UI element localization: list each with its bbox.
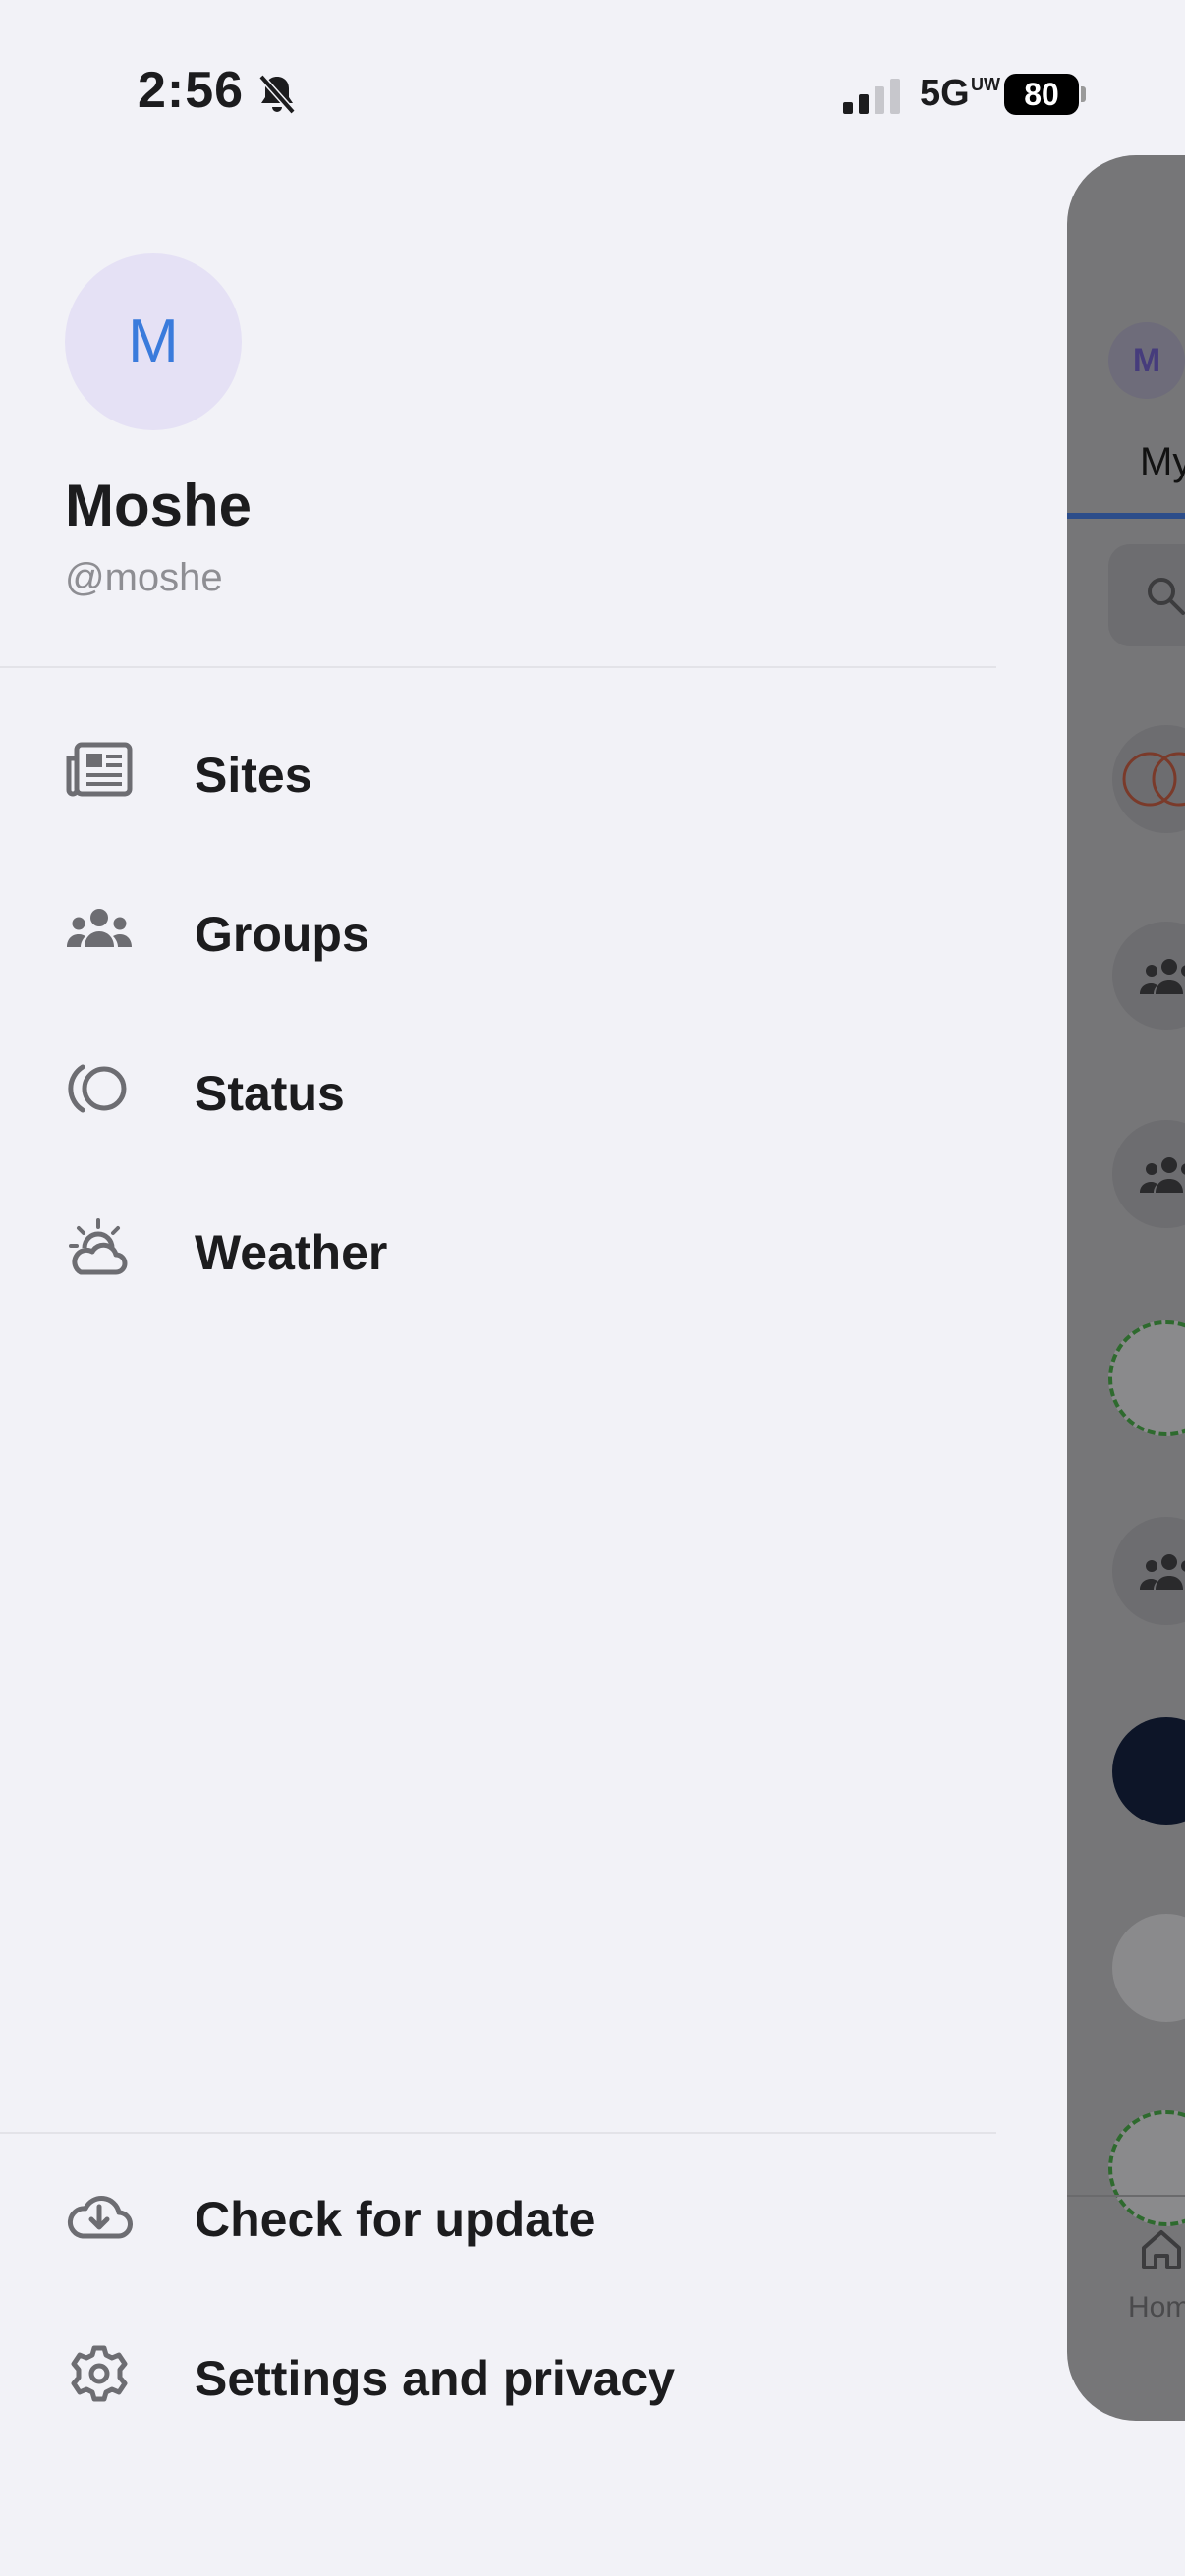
groups-icon — [1140, 1157, 1185, 1193]
background-nav-home-label: Hom — [1128, 2291, 1185, 2324]
background-group-logo — [1112, 725, 1185, 833]
status-icon — [68, 1064, 127, 1113]
background-group-logo — [1108, 1320, 1185, 1436]
menu-item-weather[interactable]: Weather — [0, 1189, 983, 1307]
menu-label-status: Status — [195, 1066, 345, 1121]
cloud-download-icon — [67, 2196, 133, 2239]
menu-label-check-update: Check for update — [195, 2192, 596, 2247]
weather-icon — [69, 1218, 128, 1275]
profile-name: Moshe — [65, 473, 253, 538]
rings-logo-icon — [1122, 752, 1185, 807]
background-group-avatar — [1112, 1517, 1185, 1625]
background-search-field — [1108, 544, 1185, 646]
signal-icon — [843, 79, 900, 114]
background-tab-underline — [1067, 513, 1185, 519]
battery-cap — [1081, 86, 1086, 102]
menu-label-settings: Settings and privacy — [195, 2351, 676, 2406]
background-avatar: M — [1108, 322, 1185, 399]
background-group-logo — [1108, 2110, 1185, 2226]
groups-icon — [67, 909, 132, 947]
profile-avatar[interactable]: M — [65, 253, 242, 430]
background-group-avatar — [1112, 922, 1185, 1030]
menu-label-sites: Sites — [195, 748, 312, 803]
status-bar: 2:56 5G UW 80 — [0, 0, 1185, 147]
menu-label-groups: Groups — [195, 907, 369, 962]
background-group-logo — [1112, 1717, 1185, 1825]
status-time: 2:56 — [138, 62, 245, 119]
footer-divider — [0, 2132, 996, 2134]
menu-item-status[interactable]: Status — [0, 1030, 983, 1148]
search-icon — [1148, 578, 1185, 615]
side-drawer-screen: 2:56 5G UW 80 M Moshe @moshe Sites Group… — [0, 0, 1185, 2576]
home-icon — [1142, 2230, 1181, 2269]
profile-handle: @moshe — [65, 556, 223, 599]
background-tab-my: My — [1140, 440, 1185, 483]
network-badge: UW — [971, 75, 1000, 94]
network-label: 5G — [920, 73, 970, 114]
menu-item-check-update[interactable]: Check for update — [0, 2156, 983, 2273]
menu-item-sites[interactable]: Sites — [0, 711, 983, 829]
battery-indicator: 80 — [1004, 74, 1079, 115]
menu-item-settings[interactable]: Settings and privacy — [0, 2315, 983, 2433]
bell-slash-icon — [258, 74, 296, 115]
dimmed-main-screen[interactable]: M My Hom — [1067, 155, 1185, 2421]
groups-icon — [1140, 959, 1185, 994]
newspaper-icon — [66, 742, 133, 797]
background-group-logo — [1112, 1914, 1185, 2022]
background-group-avatar — [1112, 1120, 1185, 1228]
groups-icon — [1140, 1554, 1185, 1590]
menu-item-groups[interactable]: Groups — [0, 870, 983, 988]
menu-label-weather: Weather — [195, 1225, 388, 1280]
gear-icon — [71, 2345, 128, 2402]
header-divider — [0, 666, 996, 668]
background-nav-divider — [1067, 2195, 1185, 2197]
